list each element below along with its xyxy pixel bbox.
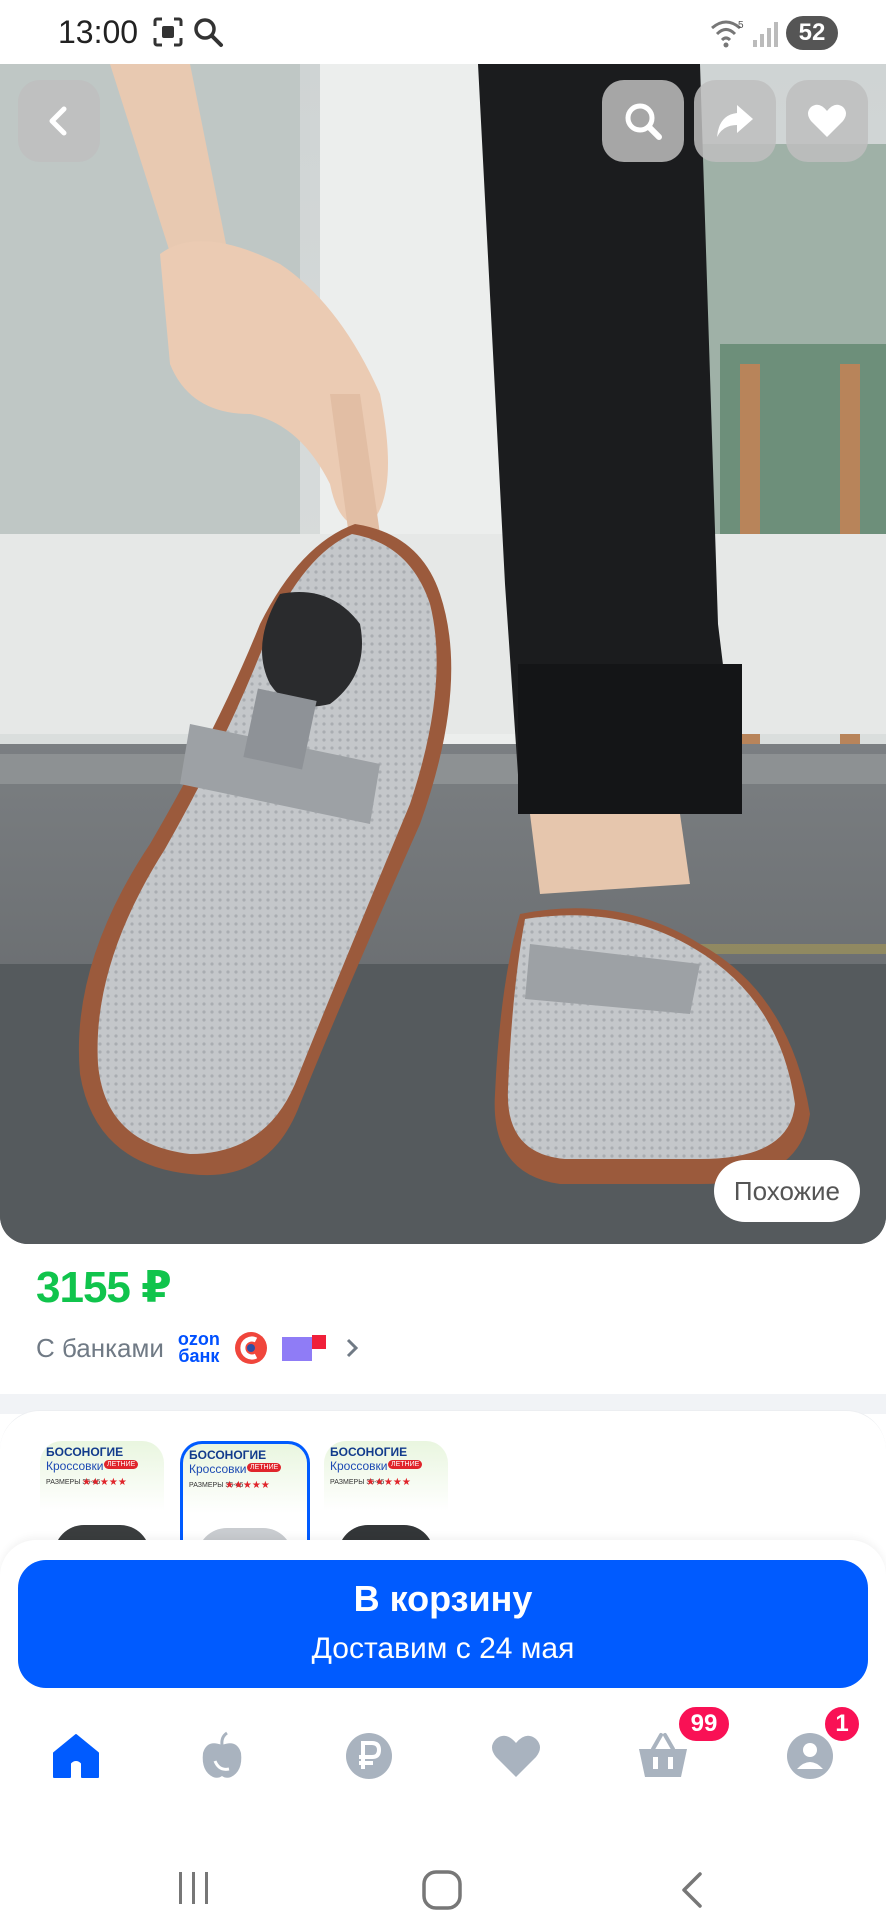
ruble-icon (346, 1733, 392, 1779)
search-icon (625, 103, 662, 140)
status-time: 13:00 (58, 14, 139, 50)
nav-fresh[interactable] (186, 1720, 258, 1792)
back-button[interactable] (18, 80, 100, 162)
nav-favorites[interactable] (480, 1720, 552, 1792)
product-image[interactable]: Похожие (0, 64, 886, 1244)
home-icon (53, 1734, 99, 1778)
variants-section: БОСОНОГИЕ Кроссовки ЛЕТНИЕ РАЗМЕРЫ 36-46… (0, 1410, 886, 1560)
similar-button[interactable]: Похожие (713, 1160, 860, 1222)
chevron-right-icon (346, 1338, 359, 1358)
status-bar: 13:00 5 52 (0, 0, 886, 66)
system-navigation-bar (0, 1820, 886, 1920)
delivery-date: Доставим с 24 мая (311, 1632, 575, 1665)
signal-icon (753, 22, 778, 47)
heart-icon (492, 1735, 540, 1777)
cart-count-badge: 99 (676, 1704, 732, 1744)
home-button-icon[interactable] (420, 1868, 464, 1912)
nav-finance[interactable] (333, 1720, 405, 1792)
profile-notification-badge: 1 (822, 1704, 862, 1744)
favorite-button[interactable] (786, 80, 868, 162)
ozon-bank-logo: ozon банк (177, 1329, 220, 1366)
product-photo (0, 64, 886, 1244)
search-icon (194, 18, 223, 47)
banks-label: С банками (36, 1332, 164, 1363)
battery-indicator: 52 (786, 16, 838, 50)
price-card: 3155 ₽ С банками ozon банк (0, 1244, 886, 1394)
wifi-label: 5 (738, 20, 744, 31)
apple-icon (202, 1731, 242, 1778)
heart-icon (808, 104, 846, 137)
wifi-icon: 5 (711, 20, 744, 48)
share-button[interactable] (694, 80, 776, 162)
recent-apps-icon[interactable] (174, 1868, 214, 1908)
bank-logo-icon (234, 1332, 267, 1364)
chevron-left-icon (49, 106, 67, 136)
back-nav-icon[interactable] (672, 1868, 712, 1912)
share-arrow-icon (717, 105, 753, 137)
basket-icon (639, 1733, 687, 1777)
nav-home[interactable] (40, 1720, 112, 1792)
add-to-cart-button[interactable]: В корзину Доставим с 24 мая (18, 1560, 868, 1688)
cart-button-label: В корзину (353, 1578, 533, 1619)
card-logo-icon (281, 1335, 326, 1361)
product-price: 3155 ₽ (36, 1263, 172, 1312)
screenshot-icon (153, 17, 183, 47)
search-button[interactable] (602, 80, 684, 162)
bank-offers-row[interactable]: С банками ozon банк (36, 1328, 362, 1368)
